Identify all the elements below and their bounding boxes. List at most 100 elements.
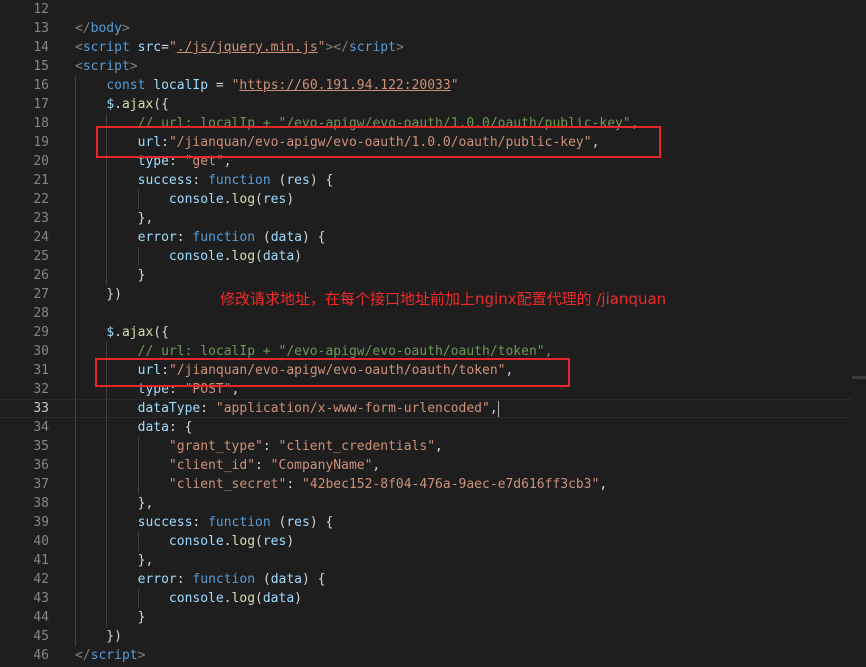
- code-text: $.ajax({: [75, 95, 169, 114]
- code-token: </: [75, 648, 91, 663]
- code-token: ) {: [302, 230, 326, 245]
- line-number: 24: [33, 230, 49, 245]
- code-line[interactable]: 22 console.log(res): [0, 190, 866, 209]
- code-text: "client_secret": "42bec152-8f04-476a-9ae…: [75, 475, 607, 494]
- line-number: 13: [33, 21, 49, 36]
- code-token: log: [231, 534, 256, 549]
- code-line[interactable]: 13 </body>: [0, 19, 866, 38]
- line-number: 29: [33, 325, 49, 340]
- code-token: res: [286, 173, 310, 188]
- line-number: 14: [33, 40, 49, 55]
- line-number: 32: [33, 382, 49, 397]
- code-token: ): [286, 534, 295, 549]
- code-token: console: [168, 192, 224, 207]
- line-number: 20: [33, 154, 49, 169]
- code-token: log: [231, 249, 256, 264]
- code-line[interactable]: 39 success: function (res) {: [0, 513, 866, 532]
- code-text: </script>: [75, 646, 145, 665]
- code-line[interactable]: 21 success: function (res) {: [0, 171, 866, 190]
- code-token: (: [255, 534, 263, 549]
- code-text: error: function (data) {: [75, 570, 326, 589]
- code-line[interactable]: 35 "grant_type": "client_credentials",: [0, 437, 866, 456]
- code-token: (: [255, 192, 263, 207]
- line-number: 17: [33, 97, 49, 112]
- code-token: ) {: [309, 515, 334, 530]
- code-line[interactable]: 37 "client_secret": "42bec152-8f04-476a-…: [0, 475, 866, 494]
- code-token: $: [106, 97, 115, 112]
- code-token: res: [262, 192, 287, 207]
- line-number: 43: [33, 591, 49, 606]
- code-line[interactable]: 44 }: [0, 608, 866, 627]
- code-token: ,: [489, 401, 498, 416]
- code-token: ./js/jquery.min.js: [176, 40, 318, 55]
- code-line[interactable]: 24 error: function (data) {: [0, 228, 866, 247]
- code-token: >: [129, 59, 138, 74]
- code-token: "client_credentials": [278, 439, 436, 454]
- code-token: >: [121, 21, 130, 36]
- code-token: function: [208, 515, 271, 530]
- code-line[interactable]: 12: [0, 0, 866, 19]
- code-text: const localIp = "https://60.191.94.122:2…: [75, 76, 458, 95]
- code-token: data: [137, 420, 169, 435]
- code-token: "application/x-www-form-urlencoded": [215, 401, 490, 416]
- code-line[interactable]: 16 const localIp = "https://60.191.94.12…: [0, 76, 866, 95]
- code-token: ): [294, 591, 302, 606]
- code-token: .: [223, 591, 232, 606]
- code-line[interactable]: 15 <script>: [0, 57, 866, 76]
- code-line[interactable]: 36 "client_id": "CompanyName",: [0, 456, 866, 475]
- code-token: =: [161, 40, 169, 55]
- code-token: "grant_type": [168, 439, 263, 454]
- code-line[interactable]: 42 error: function (data) {: [0, 570, 866, 589]
- code-text: error: function (data) {: [75, 228, 326, 247]
- code-token: (: [255, 249, 263, 264]
- code-token: console: [168, 249, 224, 264]
- code-line[interactable]: 41 },: [0, 551, 866, 570]
- line-number: 36: [33, 458, 49, 473]
- line-number: 44: [33, 610, 49, 625]
- line-number: 21: [33, 173, 49, 188]
- code-text: },: [75, 209, 154, 228]
- code-line[interactable]: 14 <script src="./js/jquery.min.js"></scr…: [0, 38, 866, 57]
- code-line[interactable]: 26 }: [0, 266, 866, 285]
- code-line[interactable]: 23 },: [0, 209, 866, 228]
- code-token: console: [168, 534, 224, 549]
- code-line[interactable]: 34 data: {: [0, 418, 866, 437]
- code-line[interactable]: 25 console.log(data): [0, 247, 866, 266]
- line-number: 35: [33, 439, 49, 454]
- code-token: function: [208, 173, 271, 188]
- code-token: ": [168, 40, 177, 55]
- code-token: =: [208, 78, 232, 93]
- code-line[interactable]: 43 console.log(data): [0, 589, 866, 608]
- code-line[interactable]: 46 </script>: [0, 646, 866, 665]
- code-editor[interactable]: 12 13 </body> 14 <script src="./js/jquery.mi…: [0, 0, 866, 667]
- code-text: }): [75, 627, 122, 646]
- code-line[interactable]: 17 $.ajax({: [0, 95, 866, 114]
- code-token: ) {: [309, 173, 334, 188]
- highlight-box-token-url: [95, 358, 570, 387]
- code-token: dataType: [137, 401, 201, 416]
- code-token: </: [75, 21, 91, 36]
- code-token: script: [82, 59, 130, 74]
- code-token: :: [176, 572, 193, 587]
- code-line[interactable]: 33 dataType: "application/x-www-form-url…: [0, 399, 866, 419]
- code-token: ajax: [121, 325, 154, 340]
- code-text: "client_id": "CompanyName",: [75, 456, 380, 475]
- code-token: (: [255, 572, 271, 587]
- code-token: :: [176, 230, 193, 245]
- code-line[interactable]: 38 },: [0, 494, 866, 513]
- code-text: success: function (res) {: [75, 513, 334, 532]
- code-token: (: [255, 591, 263, 606]
- code-token: :: [192, 515, 209, 530]
- code-line[interactable]: 40 console.log(res): [0, 532, 866, 551]
- vertical-scrollbar[interactable]: [852, 0, 866, 667]
- code-line[interactable]: 29 $.ajax({: [0, 323, 866, 342]
- code-line[interactable]: 45 }): [0, 627, 866, 646]
- line-number: 12: [33, 2, 49, 17]
- code-token: >: [137, 648, 146, 663]
- code-token: src: [137, 40, 162, 55]
